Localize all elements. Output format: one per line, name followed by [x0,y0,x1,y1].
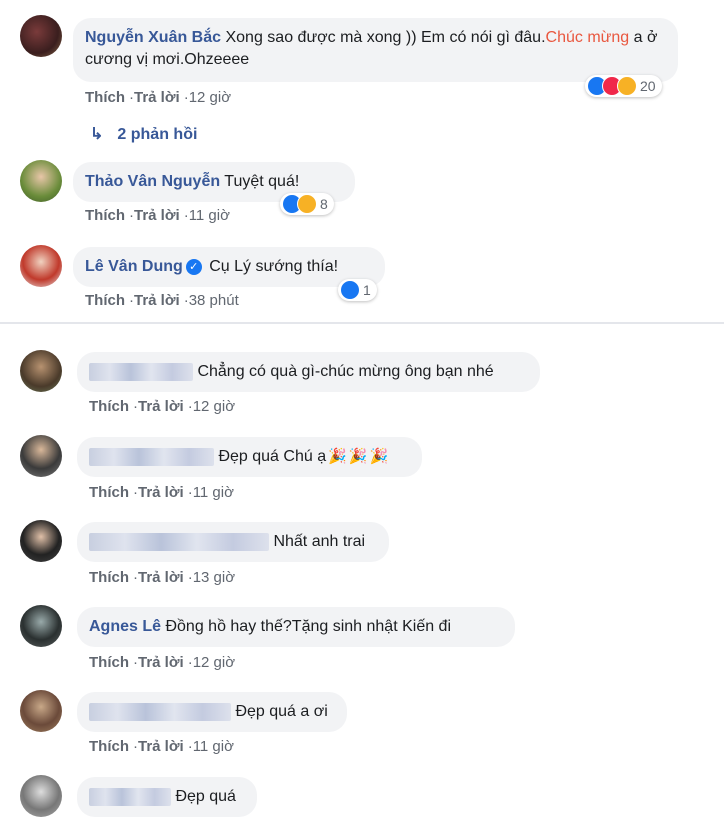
like-link[interactable]: Thích [85,292,125,309]
reaction-count: 8 [320,196,328,212]
comment-text: Cụ Lý sướng thía! [209,258,339,275]
comment-bubble: Nguyễn Xuân Bắc Xong sao được mà xong ))… [73,18,678,82]
avatar[interactable] [20,245,62,287]
comment-actions: Thích ·Trả lời ·12 giờ [89,398,235,415]
avatar[interactable] [20,775,62,817]
comment-text: Đẹp quá Chú ạ [218,448,327,465]
like-link[interactable]: Thích [85,89,125,106]
like-link[interactable]: Thích [89,654,129,671]
party-popper-icon: 🎉 [328,448,347,465]
comment-bubble: Chẳng có quà gì-chúc mừng ông bạn nhé [77,352,540,392]
avatar[interactable] [20,160,62,202]
reply-link[interactable]: Trả lời [138,654,184,671]
haha-icon [617,76,637,96]
reply-arrow-icon: ↳ [90,126,104,143]
timestamp: 11 giờ [192,484,234,501]
comment-bubble: Đẹp quá [77,777,257,817]
replies-label: 2 phản hồi [117,126,198,143]
reaction-summary[interactable]: 20 [585,75,662,97]
like-icon [340,280,360,300]
like-link[interactable]: Thích [89,569,129,586]
comment-actions: Thích ·Trả lời ·11 giờ [89,484,234,501]
comment-bubble: Nhất anh trai [77,522,389,562]
reaction-count: 20 [640,78,656,94]
author-name[interactable]: Nguyễn Xuân Bắc [85,29,221,46]
comment-text: Đồng hồ hay thế?Tặng sinh nhật Kiến đi [165,618,452,635]
reaction-count: 1 [363,282,371,298]
comment-bubble: Đẹp quá Chú ạ 🎉 🎉 🎉 [77,437,422,477]
timestamp: 12 giờ [192,398,236,415]
reply-link[interactable]: Trả lời [134,89,180,106]
comment-actions: Thích ·Trả lời ·13 giờ [89,569,235,586]
verified-badge-icon: ✓ [185,258,202,275]
avatar[interactable] [20,690,62,732]
party-popper-icon: 🎉 [348,448,368,465]
timestamp: 11 giờ [192,738,234,755]
avatar[interactable] [20,15,62,57]
comment-actions: Thích ·Trả lời ·11 giờ [89,738,234,755]
timestamp: 11 giờ [188,207,230,224]
reply-link[interactable]: Trả lời [138,569,184,586]
comment-bubble: Đẹp quá a ơi [77,692,347,732]
view-replies-link[interactable]: ↳ 2 phản hồi [90,124,197,144]
blurred-name [89,447,214,466]
comment-actions: Thích ·Trả lời ·11 giờ [85,207,230,224]
blurred-name [89,702,231,721]
reply-link[interactable]: Trả lời [134,292,180,309]
reaction-summary[interactable]: 1 [338,279,377,301]
reply-link[interactable]: Trả lời [138,398,184,415]
comment-bubble: Lê Vân Dung ✓ Cụ Lý sướng thía! [73,247,385,287]
blurred-name [89,532,269,551]
reply-link[interactable]: Trả lời [138,484,184,501]
comment-text: Đẹp quá [175,788,236,805]
reply-link[interactable]: Trả lời [134,207,180,224]
blurred-name [89,362,193,381]
like-link[interactable]: Thích [89,484,129,501]
avatar[interactable] [20,435,62,477]
comment-text: Nhất anh trai [273,533,366,550]
timestamp: 12 giờ [192,654,236,671]
timestamp: 13 giờ [192,569,236,586]
comment-bubble: Agnes Lê Đồng hồ hay thế?Tặng sinh nhật … [77,607,515,647]
author-name[interactable]: Thảo Vân Nguyễn [85,173,220,190]
comment-text: Đẹp quá a ơi [235,703,328,720]
timestamp: 38 phút [188,292,239,309]
comment-actions: Thích ·Trả lời ·12 giờ [89,654,235,671]
like-link[interactable]: Thích [89,398,129,415]
avatar[interactable] [20,605,62,647]
reply-link[interactable]: Trả lời [138,738,184,755]
comment-actions: Thích ·Trả lời ·12 giờ [85,89,231,106]
avatar[interactable] [20,350,62,392]
haha-icon [297,194,317,214]
comment-text: Tuyệt quá! [224,173,300,190]
blurred-name [89,787,171,806]
divider [0,322,724,324]
like-link[interactable]: Thích [85,207,125,224]
comment-text: Chẳng có quà gì-chúc mừng ông bạn nhé [197,363,494,380]
timestamp: 12 giờ [188,89,232,106]
avatar[interactable] [20,520,62,562]
reaction-summary[interactable]: 8 [280,193,334,215]
comment-text: Xong sao được mà xong )) Em có nói gì đâ… [225,29,546,46]
party-popper-icon: 🎉 [369,448,389,465]
highlight-text: Chúc mừng [545,29,630,46]
comment-actions: Thích ·Trả lời ·38 phút [85,292,239,309]
author-name[interactable]: Lê Vân Dung [85,258,183,275]
author-name[interactable]: Agnes Lê [89,618,161,635]
like-link[interactable]: Thích [89,738,129,755]
